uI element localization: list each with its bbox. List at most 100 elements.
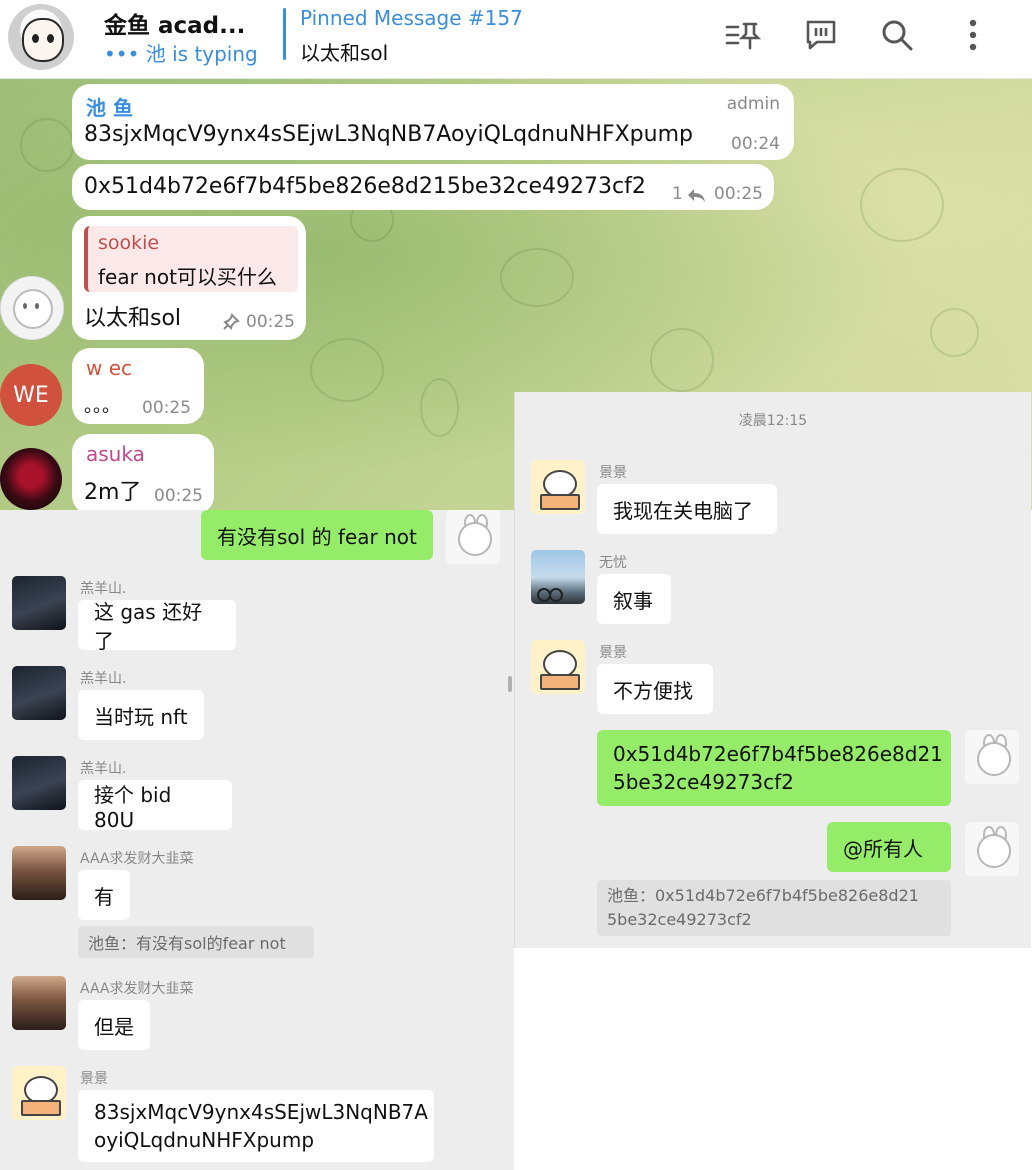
wallpaper-doodle (420, 378, 459, 437)
wechat-chat-right: 凌晨12:15 景景 我现在关电脑了 无忧 叙事 景景 不方便找 0x51d4b… (514, 392, 1031, 948)
more-vertical-icon[interactable] (952, 14, 994, 56)
typing-status: ••• 池 is typing (104, 42, 258, 66)
sender-avatar[interactable] (12, 666, 66, 720)
pin-icon (222, 312, 240, 337)
message-bubble[interactable]: 当时玩 nft (78, 690, 204, 740)
sender-avatar[interactable] (531, 640, 585, 694)
message-bubble[interactable]: 我现在关电脑了 (597, 484, 777, 534)
sender-avatar[interactable] (531, 460, 585, 514)
message-text: 接个 bid 80U (94, 782, 172, 832)
sender-name: AAA求发财大韭菜 (80, 981, 194, 997)
message-text: 0x51d4b72e6f7b4f5be826e8d215be32ce49273c… (84, 174, 646, 199)
avatar-face (22, 18, 64, 62)
pin-list-icon[interactable] (722, 14, 764, 56)
wallpaper-doodle (860, 168, 944, 242)
message-text: 83sjxMqcV9ynx4sSEjwL3NqNB7AoyiQLqdnuNHFX… (84, 122, 693, 147)
message-time: 00:25 (142, 398, 191, 418)
message-bubble[interactable]: 83sjxMqcV9ynx4sSEjwL3NqNB7A oyiQLqdnuNHF… (78, 1090, 434, 1162)
feedback-icon[interactable] (800, 14, 842, 56)
sender-name: AAA求发财大韭菜 (80, 851, 194, 867)
my-message-bubble[interactable]: 0x51d4b72e6f7b4f5be826e8d21 5be32ce49273… (597, 730, 951, 806)
sender-name: 无忧 (599, 555, 627, 571)
chat-timestamp: 凌晨12:15 (738, 413, 808, 429)
wallpaper-doodle (930, 308, 979, 357)
message-text-line: 5be32ce49273cf2 (613, 770, 794, 794)
sender-name: 景景 (80, 1071, 108, 1087)
message-bubble[interactable]: 池 鱼 admin 83sjxMqcV9ynx4sSEjwL3NqNB7Aoyi… (72, 84, 794, 160)
scrollbar[interactable] (508, 676, 512, 692)
search-icon[interactable] (876, 14, 918, 56)
message-time: 00:24 (731, 134, 780, 154)
sender-avatar[interactable] (12, 976, 66, 1030)
avatar-initials: WE (13, 382, 49, 408)
message-sender[interactable]: w ec (86, 356, 132, 380)
message-text: 有没有sol 的 fear not (217, 524, 417, 549)
forward-icon[interactable] (686, 184, 706, 209)
sender-avatar[interactable] (12, 1066, 66, 1120)
sender-name: 景景 (599, 465, 627, 481)
message-text: 叙事 (613, 588, 653, 613)
sender-name: 羔羊山. (80, 671, 127, 687)
message-sender[interactable]: 池 鱼 (86, 92, 133, 121)
admin-badge: admin (726, 94, 780, 114)
sender-avatar[interactable] (0, 276, 64, 340)
message-bubble[interactable]: 有 (78, 870, 130, 920)
message-time: 00:25 (714, 184, 763, 204)
message-text: 我现在关电脑了 (613, 498, 753, 523)
pinned-title[interactable]: Pinned Message #157 (300, 6, 523, 30)
message-bubble[interactable]: asuka 2m了 00:25 (72, 434, 214, 510)
message-text-line: 0x51d4b72e6f7b4f5be826e8d21 (613, 742, 943, 766)
message-text: 不方便找 (613, 678, 693, 703)
message-text: 有 (94, 884, 114, 909)
message-time: 00:25 (246, 312, 295, 332)
sender-name: 景景 (599, 645, 627, 661)
message-bubble[interactable]: 但是 (78, 1000, 150, 1050)
message-bubble[interactable]: 这 gas 还好了 (78, 600, 236, 653)
message-bubble[interactable]: w ec 。。。 00:25 (72, 348, 204, 424)
message-text: 当时玩 nft (94, 704, 188, 729)
sender-avatar[interactable] (12, 846, 66, 900)
wechat-chat-left: 有没有sol 的 fear not 羔羊山. 这 gas 还好了 羔羊山. 当时… (0, 510, 514, 1170)
sender-avatar[interactable] (531, 550, 585, 604)
message-text: @所有人 (843, 836, 923, 861)
chat-title[interactable]: 金鱼 acad... (104, 6, 245, 40)
wallpaper-doodle (650, 328, 714, 392)
message-sender[interactable]: asuka (86, 442, 145, 466)
sender-name: 羔羊山. (80, 761, 127, 777)
sender-avatar[interactable] (12, 756, 66, 810)
message-text: 2m了 (84, 480, 142, 505)
reply-count[interactable]: 1 (672, 184, 683, 204)
message-bubble[interactable]: 0x51d4b72e6f7b4f5be826e8d215be32ce49273c… (72, 164, 774, 210)
quoted-message[interactable]: 池鱼：有没有sol的fear not (78, 926, 314, 958)
my-message-bubble[interactable]: 有没有sol 的 fear not (201, 510, 433, 560)
message-text-line: oyiQLqdnuNHFXpump (94, 1128, 315, 1152)
telegram-header: 金鱼 acad... ••• 池 is typing Pinned Messag… (0, 0, 1032, 79)
reply-text: fear not可以买什么 (98, 265, 277, 289)
my-message-bubble[interactable]: @所有人 (827, 822, 951, 872)
message-text: 但是 (94, 1014, 134, 1039)
wallpaper-doodle (310, 338, 384, 402)
reply-preview[interactable]: sookie fear not可以买什么 (84, 226, 298, 292)
wallpaper-doodle (500, 248, 574, 307)
my-avatar[interactable] (965, 730, 1019, 784)
message-bubble[interactable]: 接个 bid 80U (78, 780, 232, 832)
quoted-message[interactable]: 池鱼：0x51d4b72e6f7b4f5be826e8d21 5be32ce49… (597, 880, 951, 936)
wallpaper-doodle (20, 118, 74, 172)
sender-name: 羔羊山. (80, 581, 127, 597)
quote-text-line: 5be32ce49273cf2 (607, 910, 752, 929)
message-bubble[interactable]: 叙事 (597, 574, 671, 624)
message-text-line: 83sjxMqcV9ynx4sSEjwL3NqNB7A (94, 1100, 428, 1124)
message-text: 这 gas 还好了 (94, 600, 203, 653)
sender-avatar[interactable] (0, 448, 62, 510)
sender-avatar[interactable]: WE (0, 364, 62, 426)
message-text: 。。。 (84, 396, 120, 417)
message-time: 00:25 (154, 486, 203, 506)
my-avatar[interactable] (965, 822, 1019, 876)
message-bubble[interactable]: 不方便找 (597, 664, 713, 714)
group-avatar[interactable] (8, 4, 74, 70)
message-bubble[interactable]: sookie fear not可以买什么 以太和sol 00:25 (72, 216, 306, 340)
sender-avatar[interactable] (12, 576, 66, 630)
quote-text-line: 池鱼：0x51d4b72e6f7b4f5be826e8d21 (607, 886, 919, 905)
pinned-text[interactable]: 以太和sol (300, 37, 388, 66)
my-avatar[interactable] (446, 510, 500, 564)
